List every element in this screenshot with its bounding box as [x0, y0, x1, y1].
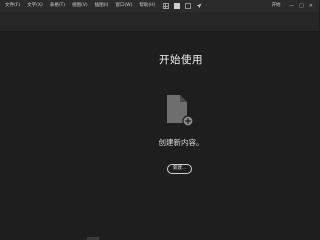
menu-file[interactable]: 文件(F)	[0, 0, 24, 12]
menu-text[interactable]: 文字(X)	[24, 0, 47, 12]
menu-table[interactable]: 表格(T)	[46, 0, 68, 12]
menu-bar: 文件(F) 文字(X) 表格(T) 视图(V) 插图(I) 窗口(W) 帮助(H…	[0, 0, 319, 12]
menu-help[interactable]: 帮助(H)	[136, 0, 159, 12]
send-icon[interactable]	[196, 3, 202, 9]
workspace-switcher[interactable]: 开始	[267, 0, 285, 12]
menu-right-area: 开始 — □ ✕	[267, 0, 319, 12]
page-title: 开始使用	[159, 54, 203, 66]
frame-selected-icon[interactable]	[173, 3, 180, 9]
maximize-button[interactable]: □	[299, 3, 304, 9]
app-window: 文件(F) 文字(X) 表格(T) 视图(V) 插图(I) 窗口(W) 帮助(H…	[0, 0, 319, 240]
create-new-content-text: 创建新内容。	[158, 138, 204, 147]
box-icon[interactable]	[184, 3, 191, 9]
toolbar-icons	[162, 3, 202, 9]
new-button[interactable]: 新建...	[167, 164, 192, 174]
grid-icon[interactable]	[162, 3, 169, 9]
menu-window[interactable]: 窗口(W)	[112, 0, 136, 12]
new-document-icon	[166, 94, 194, 128]
menu-insert[interactable]: 插图(I)	[91, 0, 112, 12]
minimize-button[interactable]: —	[289, 3, 294, 9]
menu-view[interactable]: 视图(V)	[68, 0, 91, 12]
control-bar	[0, 12, 319, 32]
close-button[interactable]: ✕	[309, 3, 313, 9]
